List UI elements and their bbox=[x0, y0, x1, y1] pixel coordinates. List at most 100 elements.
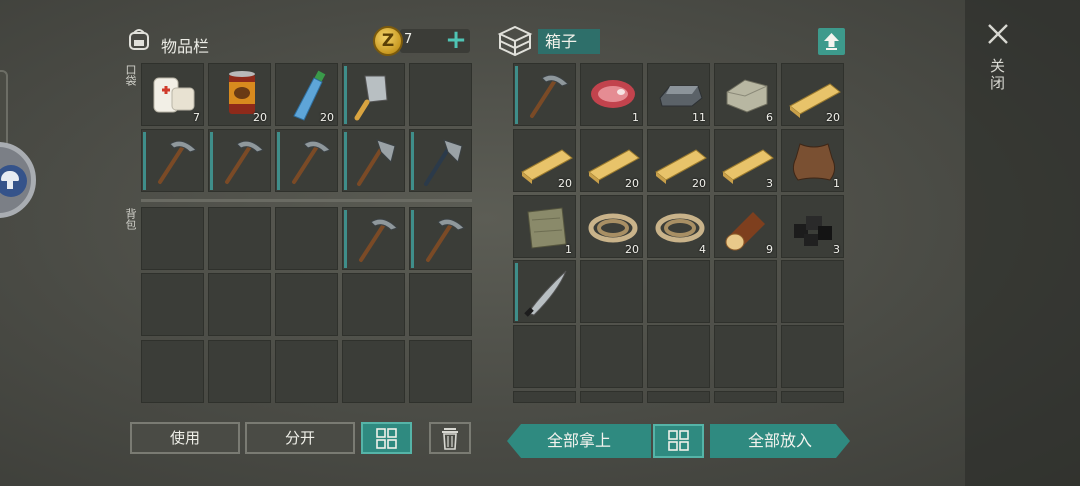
coal-slot[interactable]: 3 bbox=[781, 195, 844, 258]
pickaxe-icon bbox=[530, 74, 569, 118]
split-button[interactable]: 分开 bbox=[245, 422, 355, 454]
empty-slot[interactable] bbox=[580, 325, 643, 388]
put-all-button[interactable]: 全部放入 bbox=[710, 424, 850, 458]
cloth-slot[interactable]: 1 bbox=[513, 195, 576, 258]
plank-slot[interactable]: 3 bbox=[714, 129, 777, 192]
cleaver-slot[interactable] bbox=[342, 63, 405, 126]
durability-bar bbox=[411, 132, 414, 190]
water-bottle-slot[interactable]: 20 bbox=[275, 63, 338, 126]
leather-slot[interactable]: 1 bbox=[781, 129, 844, 192]
durability-bar bbox=[515, 263, 518, 321]
plank-slot[interactable]: 20 bbox=[513, 129, 576, 192]
empty-slot[interactable] bbox=[275, 273, 338, 336]
mushroom-icon bbox=[0, 165, 27, 197]
item-quantity: 7 bbox=[193, 111, 200, 124]
grid-sort-icon bbox=[376, 428, 397, 449]
empty-slot[interactable] bbox=[409, 273, 472, 336]
pickaxe-icon bbox=[426, 218, 465, 262]
empty-slot[interactable] bbox=[781, 260, 844, 323]
empty-slot[interactable] bbox=[141, 340, 204, 403]
item-quantity: 20 bbox=[692, 177, 706, 190]
empty-slot[interactable] bbox=[781, 391, 844, 403]
coin-count: 7 bbox=[404, 32, 413, 47]
empty-slot[interactable] bbox=[714, 325, 777, 388]
add-coins-button[interactable]: + bbox=[445, 27, 467, 53]
empty-slot[interactable] bbox=[714, 391, 777, 403]
pocket-label: 口袋 bbox=[124, 64, 137, 86]
machete-icon bbox=[524, 270, 567, 317]
item-quantity: 20 bbox=[253, 111, 267, 124]
item-quantity: 1 bbox=[565, 243, 572, 256]
trash-icon bbox=[442, 428, 458, 450]
durability-bar bbox=[411, 210, 414, 268]
canned-food-slot[interactable]: 20 bbox=[208, 63, 271, 126]
sort-box-button[interactable] bbox=[653, 424, 704, 458]
item-quantity: 3 bbox=[766, 177, 773, 190]
empty-slot[interactable] bbox=[647, 325, 710, 388]
iron-ingot-slot[interactable]: 11 bbox=[647, 63, 710, 126]
take-all-button[interactable]: 全部拿上 bbox=[507, 424, 651, 458]
pickaxe-slot[interactable] bbox=[342, 207, 405, 270]
coin-icon: Z bbox=[373, 26, 403, 56]
sort-up-button[interactable] bbox=[818, 28, 845, 55]
empty-slot[interactable] bbox=[647, 391, 710, 403]
rope-slot[interactable]: 20 bbox=[580, 195, 643, 258]
empty-slot[interactable] bbox=[409, 340, 472, 403]
pickaxe-slot[interactable] bbox=[208, 129, 271, 192]
stone-slot[interactable]: 6 bbox=[714, 63, 777, 126]
plank-slot[interactable]: 20 bbox=[647, 129, 710, 192]
log-slot[interactable]: 9 bbox=[714, 195, 777, 258]
floating-mushroom-button[interactable] bbox=[0, 142, 36, 218]
machete-slot[interactable] bbox=[513, 260, 576, 323]
bandage-slot[interactable]: 7 bbox=[141, 63, 204, 126]
sort-inventory-button[interactable] bbox=[361, 422, 412, 454]
empty-slot[interactable] bbox=[208, 273, 271, 336]
pickaxe-slot[interactable] bbox=[275, 129, 338, 192]
empty-slot[interactable] bbox=[580, 260, 643, 323]
hatchet-dark-slot[interactable] bbox=[409, 129, 472, 192]
backpack-icon bbox=[129, 29, 149, 50]
rope-slot[interactable]: 4 bbox=[647, 195, 710, 258]
durability-bar bbox=[515, 66, 518, 124]
empty-slot[interactable] bbox=[513, 325, 576, 388]
empty-slot[interactable] bbox=[208, 207, 271, 270]
empty-slot[interactable] bbox=[781, 325, 844, 388]
item-quantity: 4 bbox=[699, 243, 706, 256]
cleaver-icon bbox=[354, 75, 388, 121]
item-quantity: 20 bbox=[558, 177, 572, 190]
side-tab[interactable] bbox=[0, 70, 8, 148]
empty-slot[interactable] bbox=[275, 207, 338, 270]
trash-button[interactable] bbox=[429, 422, 471, 454]
use-button[interactable]: 使用 bbox=[130, 422, 240, 454]
item-quantity: 20 bbox=[320, 111, 334, 124]
item-quantity: 9 bbox=[766, 243, 773, 256]
pickaxe-slot[interactable] bbox=[513, 63, 576, 126]
empty-slot[interactable] bbox=[208, 340, 271, 403]
item-quantity: 1 bbox=[632, 111, 639, 124]
empty-slot[interactable] bbox=[647, 260, 710, 323]
empty-slot[interactable] bbox=[342, 273, 405, 336]
arrow-up-icon bbox=[824, 33, 839, 50]
pickaxe-icon bbox=[292, 140, 331, 184]
hatchet-dark-icon bbox=[424, 139, 463, 186]
empty-slot[interactable] bbox=[141, 207, 204, 270]
empty-slot[interactable] bbox=[580, 391, 643, 403]
backpack-label: 背包 bbox=[124, 208, 137, 230]
empty-slot[interactable] bbox=[513, 391, 576, 403]
plank-slot[interactable]: 20 bbox=[580, 129, 643, 192]
inventory-title: 物品栏 bbox=[161, 37, 210, 56]
item-quantity: 20 bbox=[625, 177, 639, 190]
item-quantity: 6 bbox=[766, 111, 773, 124]
close-icon[interactable] bbox=[984, 20, 1012, 48]
empty-slot[interactable] bbox=[141, 273, 204, 336]
hatchet-slot[interactable] bbox=[342, 129, 405, 192]
raw-meat-slot[interactable]: 1 bbox=[580, 63, 643, 126]
empty-slot[interactable] bbox=[714, 260, 777, 323]
pickaxe-slot[interactable] bbox=[141, 129, 204, 192]
empty-slot[interactable] bbox=[342, 340, 405, 403]
close-label[interactable]: 关闭 bbox=[988, 58, 1008, 92]
pickaxe-slot[interactable] bbox=[409, 207, 472, 270]
empty-slot[interactable] bbox=[275, 340, 338, 403]
plank-slot[interactable]: 20 bbox=[781, 63, 844, 126]
empty-slot[interactable] bbox=[409, 63, 472, 126]
